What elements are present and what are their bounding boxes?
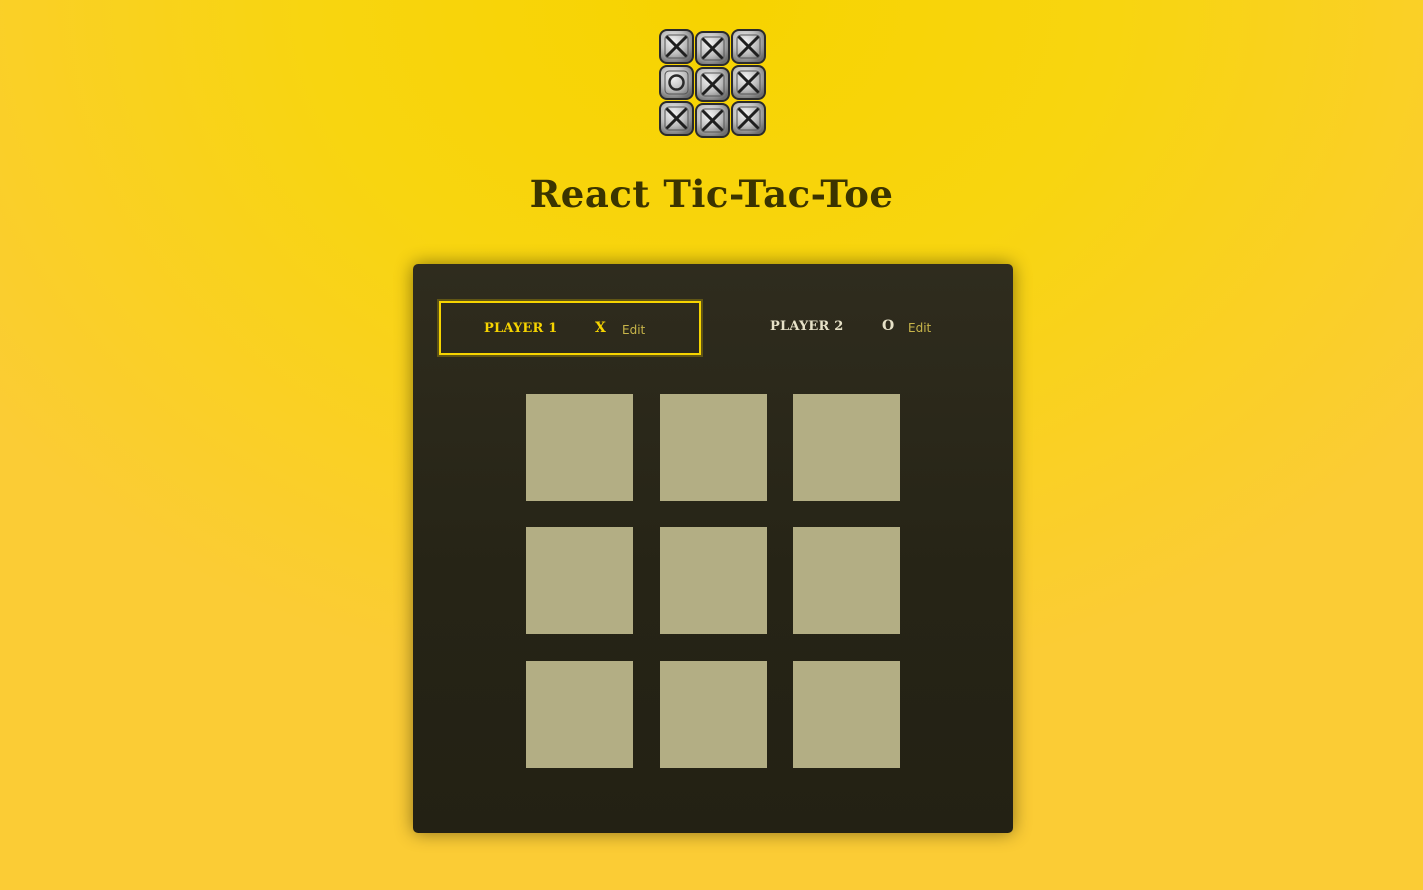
board-cell-r3c3[interactable] <box>793 661 900 768</box>
edit-player-2-button[interactable]: Edit <box>908 321 931 335</box>
player-1-card: PLAYER 1 X Edit <box>439 301 701 355</box>
player-symbol: X <box>595 320 606 336</box>
logo-tile <box>695 67 730 102</box>
board-cell-r3c1[interactable] <box>526 661 633 768</box>
logo-tile <box>695 103 730 138</box>
page-title: React Tic-Tac-Toe <box>529 172 894 216</box>
player-2-card: PLAYER 2 O Edit <box>725 301 987 355</box>
board-cell-r2c3[interactable] <box>793 527 900 634</box>
board-cell-r3c2[interactable] <box>660 661 767 768</box>
logo-tile <box>695 31 730 66</box>
player-name: PLAYER 2 <box>770 319 844 334</box>
board-cell-r2c1[interactable] <box>526 527 633 634</box>
page-header: React Tic-Tac-Toe <box>0 0 1423 240</box>
game-board <box>526 394 900 768</box>
logo-tile <box>659 29 694 64</box>
player-symbol: O <box>882 318 895 334</box>
logo-tile <box>731 29 766 64</box>
logo-tile <box>659 101 694 136</box>
player-name: PLAYER 1 <box>484 321 558 336</box>
board-cell-r1c3[interactable] <box>793 394 900 501</box>
game-container: PLAYER 1 X Edit PLAYER 2 O Edit <box>413 264 1013 833</box>
board-cell-r1c2[interactable] <box>660 394 767 501</box>
edit-player-1-button[interactable]: Edit <box>622 323 645 337</box>
board-cell-r1c1[interactable] <box>526 394 633 501</box>
board-cell-r2c2[interactable] <box>660 527 767 634</box>
tic-tac-toe-logo-icon <box>657 27 769 145</box>
logo-tile <box>731 65 766 100</box>
logo-tile <box>731 101 766 136</box>
logo-tile <box>659 65 694 100</box>
